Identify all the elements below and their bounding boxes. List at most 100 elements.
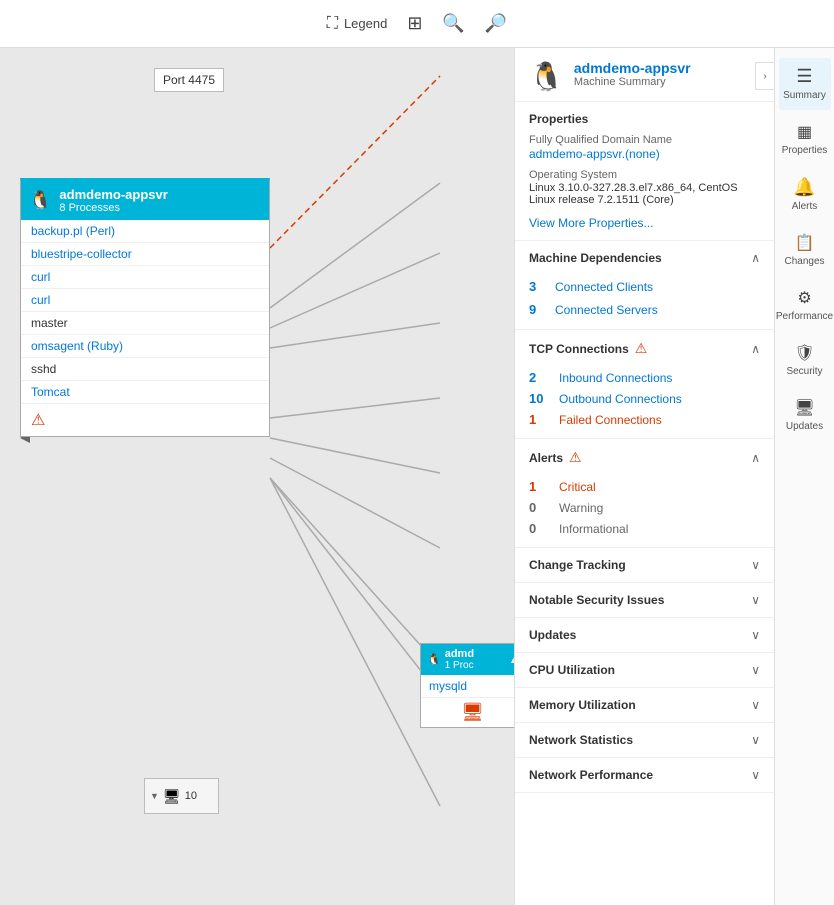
view-more-link[interactable]: View More Properties... [515, 212, 774, 240]
outbound-label[interactable]: Outbound Connections [559, 392, 682, 406]
network-stats-header[interactable]: Network Statistics ∨ [515, 723, 774, 757]
main-area: Port 4475 🐧 admdemo-appsvr 8 Processes b… [0, 48, 834, 905]
network-stats-title: Network Statistics [529, 733, 633, 747]
deps-chevron-icon: ∧ [751, 251, 760, 265]
cpu-header[interactable]: CPU Utilization ∨ [515, 653, 774, 687]
sidebar-item-changes[interactable]: 📋 Changes [779, 225, 831, 276]
network-perf-title: Network Performance [529, 768, 653, 782]
alerts-header[interactable]: Alerts ⚠ ∧ [515, 439, 774, 476]
tcp-alert-icon: ⚠ [635, 340, 648, 357]
change-tracking-section: Change Tracking ∨ [515, 548, 774, 583]
connected-clients-row: 3 Connected Clients [529, 275, 760, 298]
remote-node-bottom[interactable]: ▼ 🖥 10 [144, 778, 219, 814]
memory-header[interactable]: Memory Utilization ∨ [515, 688, 774, 722]
connected-servers-label[interactable]: Connected Servers [555, 303, 658, 317]
change-tracking-title: Change Tracking [529, 558, 626, 572]
sidebar-item-properties[interactable]: ▦ Properties [779, 114, 831, 165]
linux-icon: 🐧 [29, 190, 51, 211]
tcp-header-left: TCP Connections ⚠ [529, 340, 647, 357]
performance-icon: ⚙ [797, 288, 811, 308]
network-canvas[interactable]: Port 4475 🐧 admdemo-appsvr 8 Processes b… [0, 48, 514, 905]
machine-dependencies-header[interactable]: Machine Dependencies ∧ [515, 241, 774, 275]
panel-machine-name: admdemo-appsvr [574, 60, 691, 76]
collapse-button[interactable]: › [755, 62, 774, 90]
alerts-header-left: Alerts ⚠ [529, 449, 582, 466]
os-label: Operating System [529, 169, 760, 181]
properties-icon: ▦ [797, 122, 812, 142]
sidebar-item-security[interactable]: 🛡 Security [779, 335, 831, 386]
inbound-label[interactable]: Inbound Connections [559, 371, 672, 385]
connected-clients-label[interactable]: Connected Clients [555, 280, 653, 294]
changes-icon: 📋 [795, 233, 815, 253]
machine-deps-title: Machine Dependencies [529, 251, 662, 265]
memory-title: Memory Utilization [529, 698, 636, 712]
machine2-process[interactable]: mysqld [421, 675, 514, 698]
tcp-connections-header[interactable]: TCP Connections ⚠ ∧ [515, 330, 774, 367]
sidebar-item-alerts[interactable]: 🔔 Alerts [779, 169, 831, 221]
sidebar-alerts-label: Alerts [792, 201, 818, 213]
machine2-header: 🐧 admd 1 Proc ▲ [421, 644, 514, 675]
machine-node-secondary[interactable]: 🐧 admd 1 Proc ▲ mysqld 🖥 [420, 643, 514, 728]
change-tracking-header[interactable]: Change Tracking ∨ [515, 548, 774, 582]
info-count: 0 [529, 521, 549, 536]
fqdn-prop: Fully Qualified Domain Name admdemo-apps… [515, 132, 774, 167]
critical-label[interactable]: Critical [559, 480, 596, 494]
zoom-out-button[interactable]: 🔎 [485, 13, 507, 34]
security-issues-section: Notable Security Issues ∨ [515, 583, 774, 618]
os-value: Linux 3.10.0-327.28.3.el7.x86_64, CentOS… [529, 182, 760, 206]
connections-svg [0, 48, 514, 905]
properties-section: Properties Fully Qualified Domain Name a… [515, 102, 774, 241]
remote-nodes-container: ▼ 🖥 10 ▼ 🖥 23 ▼ 🖥 10 ▼ 🖥 23 ▼ 🖥 [144, 156, 219, 482]
panel-header: 🐧 admdemo-appsvr Machine Summary [515, 48, 774, 102]
legend-label: Legend [344, 16, 387, 31]
sidebar-item-performance[interactable]: ⚙ Performance [779, 280, 831, 331]
legend-button[interactable]: ⛶ Legend [327, 15, 388, 33]
updates-icon: 🖥 [794, 398, 814, 418]
tcp-title: TCP Connections [529, 342, 629, 356]
alerts-chevron-icon: ∧ [751, 451, 760, 465]
security-issues-header[interactable]: Notable Security Issues ∨ [515, 583, 774, 617]
memory-section: Memory Utilization ∨ [515, 688, 774, 723]
connected-servers-count: 9 [529, 302, 545, 317]
outbound-count: 10 [529, 391, 549, 406]
tcp-connections-body: 2 Inbound Connections 10 Outbound Connec… [515, 367, 774, 438]
memory-chevron-icon: ∨ [751, 698, 760, 712]
cpu-chevron-icon: ∨ [751, 663, 760, 677]
zoom-in-icon: 🔍 [442, 13, 464, 34]
failed-label[interactable]: Failed Connections [559, 413, 662, 427]
fit-button[interactable]: ⊞ [407, 13, 422, 34]
network-stats-section: Network Statistics ∨ [515, 723, 774, 758]
summary-icon: ☰ [796, 66, 812, 87]
zoom-out-icon: 🔎 [485, 13, 507, 34]
network-perf-section: Network Performance ∨ [515, 758, 774, 793]
security-issues-title: Notable Security Issues [529, 593, 664, 607]
sidebar-summary-label: Summary [783, 90, 826, 102]
updates-title: Updates [529, 628, 576, 642]
updates-header[interactable]: Updates ∨ [515, 618, 774, 652]
sidebar-changes-label: Changes [784, 256, 824, 268]
cpu-section: CPU Utilization ∨ [515, 653, 774, 688]
sidebar: ☰ Summary ▦ Properties 🔔 Alerts 📋 Change… [774, 48, 834, 905]
fqdn-value: admdemo-appsvr.(none) [529, 147, 760, 161]
sidebar-item-updates[interactable]: 🖥 Updates [779, 390, 831, 441]
sidebar-item-summary[interactable]: ☰ Summary [779, 58, 831, 110]
sidebar-performance-label: Performance [776, 311, 833, 323]
security-chevron-icon: ∨ [751, 593, 760, 607]
alerts-alert-icon: ⚠ [569, 449, 582, 466]
alerts-title: Alerts [529, 451, 563, 465]
warning-row-panel: 0 Warning [529, 497, 760, 518]
info-label[interactable]: Informational [559, 522, 628, 536]
alerts-icon: 🔔 [793, 177, 815, 198]
right-panel: › 🐧 admdemo-appsvr Machine Summary Prope… [514, 48, 774, 905]
sidebar-updates-label: Updates [786, 421, 823, 433]
alerts-body: 1 Critical 0 Warning 0 Informational [515, 476, 774, 547]
network-perf-header[interactable]: Network Performance ∨ [515, 758, 774, 792]
connected-clients-count: 3 [529, 279, 545, 294]
critical-row: 1 Critical [529, 476, 760, 497]
warning-label[interactable]: Warning [559, 501, 603, 515]
machine-dependencies-section: Machine Dependencies ∧ 3 Connected Clien… [515, 241, 774, 330]
updates-section: Updates ∨ [515, 618, 774, 653]
zoom-in-button[interactable]: 🔍 [442, 13, 464, 34]
sidebar-properties-label: Properties [782, 145, 828, 157]
machine2-monitor: 🖥 [421, 698, 514, 727]
